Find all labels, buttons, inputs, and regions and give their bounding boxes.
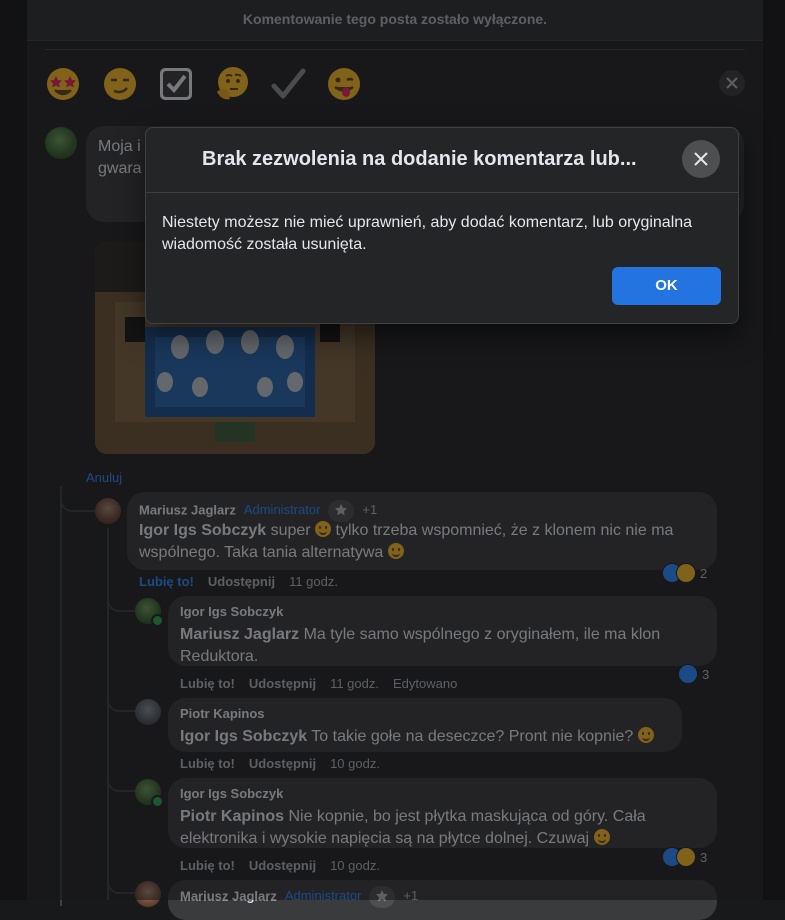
dialog-close-button[interactable] (682, 140, 720, 178)
close-icon (694, 152, 708, 166)
ok-button[interactable]: OK (612, 267, 721, 305)
dialog-message: Niestety możesz nie mieć uprawnień, aby … (162, 214, 693, 253)
permission-dialog: Brak zezwolenia na dodanie komentarza lu… (145, 127, 739, 324)
dialog-title: Brak zezwolenia na dodanie komentarza lu… (202, 148, 637, 170)
dialog-header: Brak zezwolenia na dodanie komentarza lu… (146, 128, 738, 193)
